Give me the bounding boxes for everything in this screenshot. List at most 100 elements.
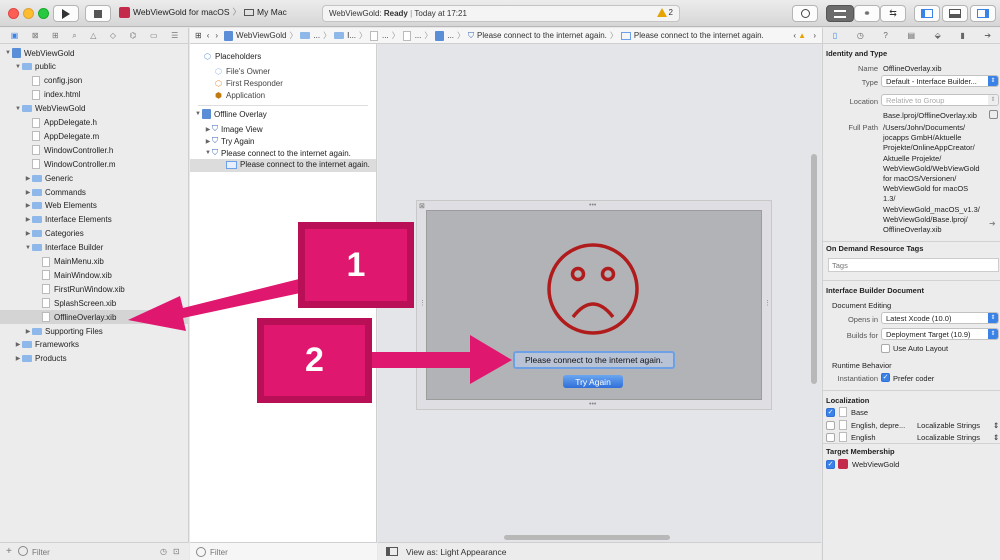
navigator-item[interactable]: WindowController.h: [0, 143, 189, 157]
jumpbar-xib[interactable]: ...: [415, 31, 422, 40]
zoom-window-button[interactable]: [38, 8, 49, 19]
try-again-button[interactable]: Try Again: [563, 375, 623, 388]
warnings-indicator[interactable]: 2: [656, 8, 673, 17]
choose-folder-icon[interactable]: [989, 110, 998, 119]
navigator-item[interactable]: ▶ Interface Elements: [0, 213, 189, 227]
prev-issue-icon[interactable]: ‹: [793, 31, 796, 40]
navigator-item[interactable]: AppDelegate.h: [0, 116, 189, 130]
history-icon[interactable]: ◷: [857, 31, 864, 40]
navigator-item[interactable]: ▼ WebViewGold: [0, 102, 189, 116]
issue-icon[interactable]: △: [90, 31, 96, 40]
outline-root-view[interactable]: ▼ Offline Overlay: [194, 108, 267, 120]
report-icon[interactable]: ☰: [171, 31, 178, 40]
navigator-item[interactable]: config.json: [0, 74, 189, 88]
outline-files-owner[interactable]: ⬡ File's Owner: [215, 65, 270, 77]
stop-button[interactable]: [85, 5, 111, 22]
connections-icon[interactable]: ➔: [984, 31, 991, 40]
outline-first-responder[interactable]: ⬡ First Responder: [215, 77, 283, 89]
recent-files-icon[interactable]: ◷: [160, 547, 167, 556]
navigator-item[interactable]: ▶ Web Elements: [0, 199, 189, 213]
toggle-inspector-button[interactable]: [970, 5, 996, 22]
toggle-outline-icon[interactable]: [386, 547, 398, 556]
navigator-item[interactable]: ▼ WebViewGold: [0, 46, 189, 60]
prefer-coder-checkbox[interactable]: ✓: [881, 373, 890, 382]
tags-input[interactable]: [828, 258, 999, 272]
find-icon[interactable]: ⌕: [72, 31, 76, 41]
outline-try-again[interactable]: ▶ ⛉ Try Again: [204, 135, 255, 147]
navigator-item[interactable]: index.html: [0, 88, 189, 102]
localization-kind-popup[interactable]: Localizable Strings: [917, 421, 980, 430]
navigator-item[interactable]: AppDelegate.m: [0, 129, 189, 143]
jumpbar-folder[interactable]: ...: [313, 31, 320, 40]
navigator-item[interactable]: FirstRunWindow.xib: [0, 282, 189, 296]
navigator-item[interactable]: ▶ Commands: [0, 185, 189, 199]
scm-filter-icon[interactable]: ⊡: [173, 547, 180, 556]
navigator-filter-input[interactable]: [32, 546, 162, 558]
folder-icon[interactable]: ▣: [11, 31, 19, 40]
name-value[interactable]: OfflineOverlay.xib: [883, 64, 942, 73]
builds-for-popup[interactable]: Deployment Target (10.9) ⇕: [881, 328, 999, 340]
disclosure-closed-icon[interactable]: ▶: [24, 328, 32, 335]
library-button[interactable]: [792, 5, 818, 22]
type-popup[interactable]: Default - Interface Builder... ⇕: [881, 75, 999, 87]
toggle-debug-button[interactable]: [942, 5, 968, 22]
navigator-item[interactable]: ▶ Supporting Files: [0, 324, 189, 338]
horizontal-scrollbar[interactable]: [504, 535, 670, 540]
navigator-item[interactable]: ▶ Frameworks: [0, 338, 189, 352]
navigator-item[interactable]: ▶ Products: [0, 352, 189, 366]
resize-handle-top[interactable]: •••: [589, 202, 596, 209]
outline-application[interactable]: ⬢ Application: [215, 89, 265, 101]
disclosure-closed-icon[interactable]: ▶: [24, 175, 32, 182]
resize-handle-bottom[interactable]: •••: [589, 401, 596, 408]
disclosure-closed-icon[interactable]: ▶: [24, 230, 32, 237]
location-popup[interactable]: Relative to Group ⇕: [881, 94, 999, 106]
disclosure-closed-icon[interactable]: ▶: [24, 216, 32, 223]
disclosure-closed-icon[interactable]: ▶: [24, 189, 32, 196]
minimize-window-button[interactable]: [23, 8, 34, 19]
breakpoint-icon[interactable]: ▭: [150, 31, 158, 40]
view-as-label[interactable]: View as: Light Appearance: [406, 547, 507, 557]
jumpbar-cell[interactable]: Please connect to the internet again.: [634, 31, 764, 40]
disclosure-closed-icon[interactable]: ▶: [24, 202, 32, 209]
localization-kind-popup[interactable]: Localizable Strings: [917, 433, 980, 442]
jumpbar-view[interactable]: ...: [447, 31, 454, 40]
navigator-item[interactable]: ▶ Generic: [0, 171, 189, 185]
symbol-icon[interactable]: ⊞: [52, 31, 59, 40]
navigator-item[interactable]: ▼ public: [0, 60, 189, 74]
jumpbar-project[interactable]: WebViewGold: [236, 31, 286, 40]
file-inspector-icon[interactable]: ▯: [833, 31, 837, 40]
localization-checkbox[interactable]: [826, 433, 835, 442]
offline-message-label[interactable]: Please connect to the internet again.: [513, 351, 675, 369]
run-button[interactable]: [53, 5, 79, 22]
outline-image-view[interactable]: ▶ ⛉ Image View: [204, 123, 263, 135]
sad-face-icon[interactable]: [545, 233, 641, 345]
scheme-selector[interactable]: WebViewGold for macOS 〉 My Mac: [119, 6, 287, 18]
disclosure-open-icon[interactable]: ▼: [24, 245, 32, 251]
identity-icon[interactable]: ▤: [907, 31, 915, 40]
jumpbar-textfield[interactable]: Please connect to the internet again.: [477, 31, 607, 40]
disclosure-open-icon[interactable]: ▼: [4, 50, 12, 56]
jumpbar-file[interactable]: ...: [382, 31, 389, 40]
forward-chevron-icon[interactable]: ›: [215, 31, 218, 40]
navigator-item[interactable]: WindowController.m: [0, 157, 189, 171]
back-chevron-icon[interactable]: ‹: [207, 31, 210, 40]
outline-text-field-cell-row[interactable]: Please connect to the internet again.: [190, 159, 376, 172]
disclosure-open-icon[interactable]: ▼: [14, 106, 22, 112]
localization-checkbox[interactable]: ✓: [826, 408, 835, 417]
reveal-arrow-icon[interactable]: ➜: [989, 219, 996, 228]
outline-filter-input[interactable]: [210, 546, 360, 558]
add-icon[interactable]: +: [6, 546, 12, 557]
disclosure-open-icon[interactable]: ▼: [194, 111, 202, 117]
disclosure-closed-icon[interactable]: ▶: [14, 341, 22, 348]
disclosure-open-icon[interactable]: ▼: [14, 64, 22, 70]
source-control-icon[interactable]: ⊠: [32, 31, 39, 40]
navigator-item[interactable]: MainMenu.xib: [0, 255, 189, 269]
size-icon[interactable]: ▮: [960, 31, 964, 40]
next-issue-icon[interactable]: ›: [813, 31, 816, 40]
disclosure-closed-icon[interactable]: ▶: [204, 126, 212, 133]
opens-in-popup[interactable]: Latest Xcode (10.0) ⇕: [881, 312, 999, 324]
navigator-item[interactable]: ▼ Interface Builder: [0, 241, 189, 255]
navigator-item[interactable]: ▶ Categories: [0, 227, 189, 241]
disclosure-closed-icon[interactable]: ▶: [204, 138, 212, 145]
auto-layout-checkbox[interactable]: [881, 344, 890, 353]
